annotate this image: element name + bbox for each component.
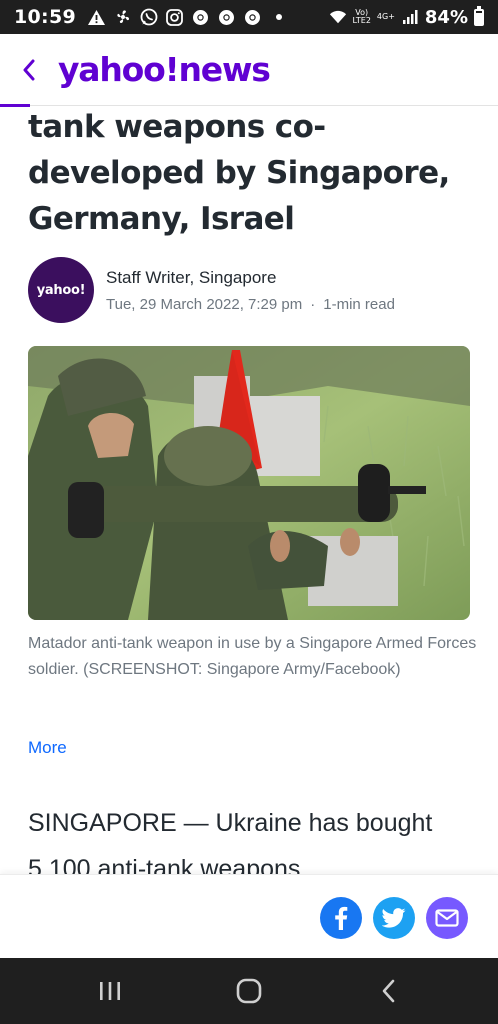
article-headline: tank weapons co-developed by Singapore, … [28, 109, 450, 237]
app-header: yahoo!news [0, 34, 498, 107]
facebook-icon [335, 906, 348, 930]
back-button[interactable] [22, 59, 42, 80]
battery-percentage: 84% [424, 6, 468, 28]
logo-brand: yahoo! [58, 50, 180, 89]
reading-progress-bar [0, 104, 30, 107]
photo-caption: Matador anti-tank weapon in use by a Sin… [28, 635, 477, 678]
wifi-icon [329, 8, 347, 26]
status-time: 10:59 [14, 6, 76, 28]
instagram-icon [166, 8, 184, 26]
meta-separator: · [310, 295, 316, 313]
byline: yahoo! Staff Writer, Singapore Tue, 29 M… [28, 257, 478, 323]
whatsapp-icon [140, 8, 158, 26]
article-photo[interactable] [28, 346, 470, 620]
home-icon [236, 978, 262, 1004]
battery-icon [474, 5, 484, 26]
recent-apps-icon [100, 982, 120, 1000]
chevron-left-icon [23, 59, 35, 80]
status-bar: 10:59 Vo) LTE2 4G+ 84% [0, 0, 498, 34]
mail-icon [435, 909, 459, 927]
home-button[interactable] [234, 976, 264, 1006]
system-nav-bar [0, 958, 498, 1024]
author-avatar[interactable]: yahoo! [28, 257, 94, 323]
nav-back-button[interactable] [374, 976, 404, 1006]
system-icons: Vo) LTE2 4G+ 84% [329, 5, 484, 28]
publish-date: Tue, 29 March 2022, 7:29 pm [106, 295, 303, 313]
chrome-icon [244, 8, 262, 26]
chrome-icon [192, 8, 210, 26]
warning-icon [88, 8, 106, 26]
yahoo-news-logo[interactable]: yahoo!news [58, 50, 271, 89]
volte-indicator: Vo) LTE2 [353, 9, 371, 25]
twitter-icon [382, 908, 406, 928]
email-share-button[interactable] [426, 897, 468, 939]
byline-text: Staff Writer, Singapore Tue, 29 March 20… [106, 268, 395, 313]
logo-section: news [178, 50, 270, 89]
facebook-share-button[interactable] [320, 897, 362, 939]
back-icon [382, 979, 395, 1003]
read-time: 1-min read [323, 295, 395, 313]
more-link[interactable]: More [28, 738, 67, 758]
fan-icon [114, 8, 132, 26]
chrome-icon [218, 8, 236, 26]
share-bar [0, 874, 498, 958]
twitter-share-button[interactable] [373, 897, 415, 939]
signal-icon [401, 8, 419, 26]
dot-icon [270, 8, 288, 26]
recent-apps-button[interactable] [95, 976, 125, 1006]
notification-icons [88, 8, 288, 26]
article-meta: Tue, 29 March 2022, 7:29 pm · 1-min read [106, 296, 395, 313]
author-name[interactable]: Staff Writer, Singapore [106, 268, 395, 288]
network-type: 4G+ [376, 12, 395, 21]
soldier-photo-illustration [28, 346, 470, 620]
lte-label: LTE2 [352, 16, 371, 25]
